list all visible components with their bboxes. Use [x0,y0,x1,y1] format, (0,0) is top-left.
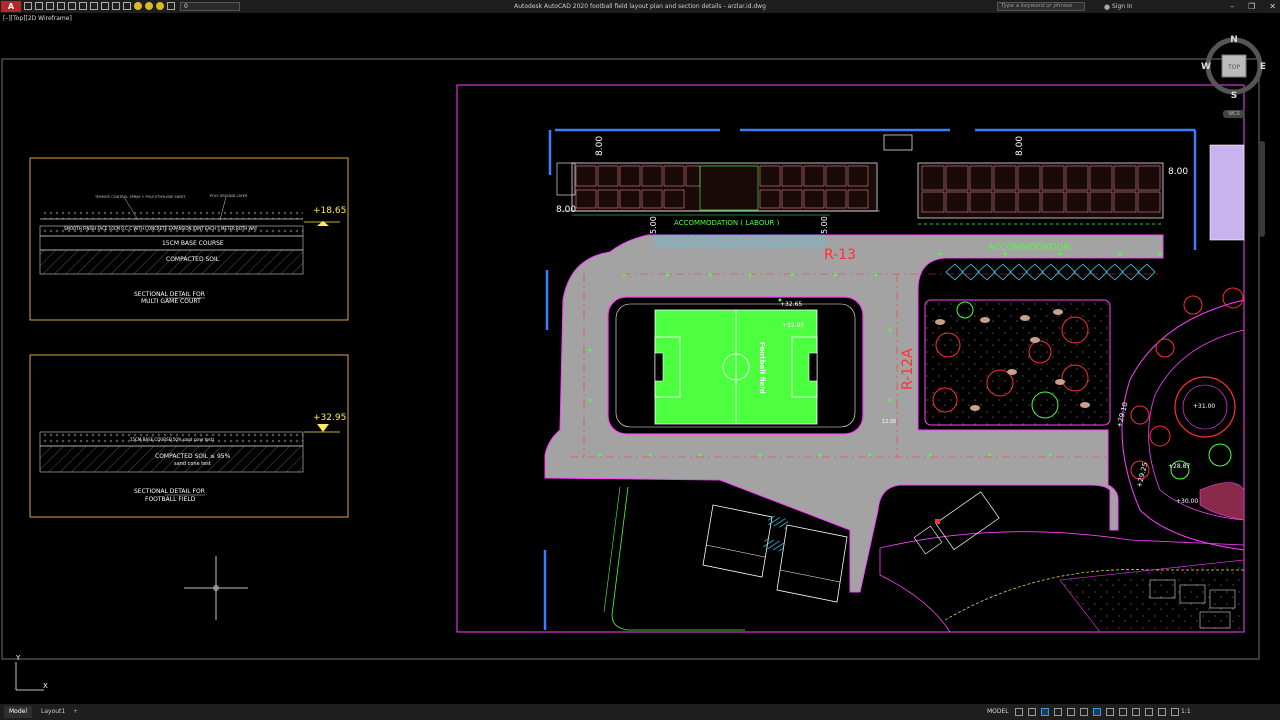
viewcube-east[interactable]: E [1260,62,1266,72]
grid-icon[interactable] [1015,708,1023,716]
road-r12a-label: R-12A [900,348,916,390]
object-snap-tracking-icon[interactable] [1158,708,1166,716]
section1-layer-base: 15CM BASE COURSE [162,240,224,247]
lineweight-icon[interactable] [1171,708,1179,716]
isolate-icon[interactable] [1145,708,1153,716]
status-bar: Model Layout1 + MODEL 1:1 [0,704,1280,720]
dim-label-12: 12.00 [882,419,896,425]
section1-title-line1: SECTIONAL DETAIL FOR [134,291,205,298]
level-label-right-a: +29.10 [1115,401,1129,428]
football-field-label: Football field [758,342,766,394]
transparency-icon[interactable] [1119,708,1127,716]
section2-title-line2: FOOTBALL FIELD [145,496,196,503]
section2-title-line1: SECTIONAL DETAIL FOR [134,488,205,495]
dim-label-5b: 5.00 [820,216,829,234]
section2-layer-base: 15CM BASE COURSE(50% sand cone test) [130,437,214,442]
annotation-scale[interactable]: 1:1 [1181,704,1191,720]
viewcube[interactable]: TOP N S W E [1201,30,1269,110]
accommodation-label: ACCOMMODATION [988,243,1070,253]
section1-title-line2: MULTI GAME COURT [141,298,201,305]
polar-icon[interactable] [1054,708,1062,716]
section1-callout-right: POLY GROUND LAYER [210,194,248,198]
viewcube-south[interactable]: S [1231,91,1237,101]
dim-label-8a: 8.00 [595,136,605,156]
section2-level: +32.95 [313,413,346,423]
site-plan[interactable] [456,84,1245,633]
ortho-icon[interactable] [1041,708,1049,716]
crosshair-cursor [184,556,248,620]
section1-callout-left: TERMITE CONTROL SPRAY + POLY ETHYLENE SH… [94,195,187,199]
status-toggles [1015,708,1179,716]
section1-level: +18.65 [313,206,346,216]
level-label-right-c: +28.87 [1168,463,1190,470]
model-space-button[interactable]: MODEL [987,704,1009,720]
road-r13-label: R-13 [824,247,856,263]
drawing-canvas[interactable]: TERMITE CONTROL SPRAY + POLY ETHYLENE SH… [0,0,1280,720]
svg-text:X: X [43,682,48,690]
dim-label-8d: 8.00 [1168,167,1188,177]
dynamic-ucs-icon[interactable] [1132,708,1140,716]
section1-layer-soil: COMPACTED SOIL [166,256,220,263]
tab-layout1[interactable]: Layout1 [36,706,70,718]
ucs-icon: Y X [15,654,48,691]
section1-layer-finish: SMOOTH FINISH FACE 10CM R.C.C WITH CONCR… [64,226,258,231]
section2-layer-soil1: COMPACTED SOIL ≤ 95% [155,453,231,460]
annotation-icon[interactable] [1093,708,1101,716]
field-level-label: +32.95 [782,322,804,329]
accommodation-labour-label: ACCOMMODATION ( LABOUR ) [674,219,780,227]
viewcube-north[interactable]: N [1230,35,1238,45]
dim-label-5a: 5.00 [649,216,658,234]
section2-layer-soil2: sand cone test [174,461,211,467]
isodraft-icon[interactable] [1067,708,1075,716]
dim-label-8b: 8.00 [1015,136,1025,156]
vertical-scrollbar[interactable] [1259,141,1265,237]
selection-cycling-icon[interactable] [1106,708,1114,716]
viewcube-top-face[interactable]: TOP [1227,64,1240,71]
corner-level-label: +32.65 [780,301,802,308]
svg-text:Y: Y [15,654,21,662]
osnap-icon[interactable] [1080,708,1088,716]
viewcube-west[interactable]: W [1201,62,1211,72]
dim-label-8c: 8.00 [556,205,576,215]
tab-model[interactable]: Model [4,706,33,718]
add-layout-button[interactable]: + [68,706,83,718]
level-label-right-d: +31.00 [1193,403,1215,410]
wcs-menu-button[interactable]: WCS [1223,110,1245,118]
snap-icon[interactable] [1028,708,1036,716]
level-label-right-e: +30.00 [1176,498,1198,505]
